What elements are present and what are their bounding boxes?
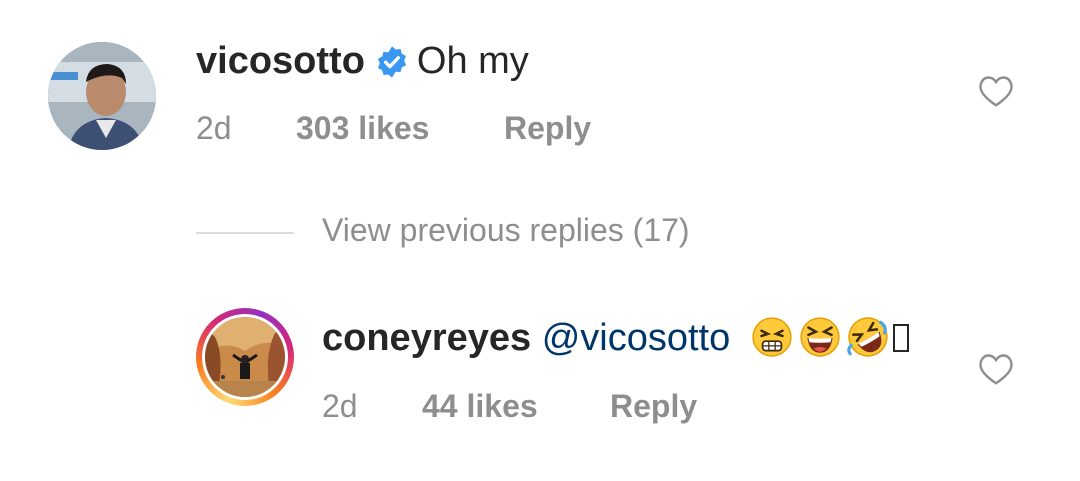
reply-button[interactable]: Reply — [610, 388, 697, 425]
reply-meta: 2d 44 likes Reply — [322, 388, 697, 425]
comment-username[interactable]: vicosotto — [196, 40, 365, 82]
view-previous-replies-label: View previous replies (17) — [322, 212, 690, 248]
avatar-vicosotto[interactable] — [48, 42, 156, 150]
reply-time: 2d — [322, 388, 358, 424]
comment-time: 2d — [196, 110, 232, 146]
avatar-coneyreyes[interactable] — [202, 314, 288, 400]
mention-link[interactable]: @vicosotto — [542, 317, 731, 359]
likes-count[interactable]: 303 likes — [296, 110, 504, 147]
grimacing-squint-emoji — [751, 316, 793, 368]
reply-body: coneyreyes @vicosotto — [322, 316, 909, 368]
missing-glyph — [892, 324, 909, 352]
rolling-laughing-emoji — [847, 316, 891, 368]
reply-button[interactable]: Reply — [504, 110, 591, 147]
comment-text: Oh my — [416, 40, 529, 82]
profile-photo — [205, 317, 285, 397]
reply-username[interactable]: coneyreyes — [322, 317, 531, 359]
comment-body: vicosotto Oh my — [196, 40, 529, 89]
profile-photo — [48, 42, 156, 150]
laughing-squint-emoji — [799, 316, 841, 368]
like-heart-icon[interactable] — [978, 352, 1014, 391]
comment-meta: 2d 303 likes Reply — [196, 110, 591, 147]
view-previous-replies[interactable]: View previous replies (17) — [196, 212, 690, 249]
likes-count[interactable]: 44 likes — [422, 388, 610, 425]
verified-badge-icon — [375, 45, 409, 89]
like-heart-icon[interactable] — [978, 74, 1014, 113]
replies-divider — [196, 231, 294, 234]
